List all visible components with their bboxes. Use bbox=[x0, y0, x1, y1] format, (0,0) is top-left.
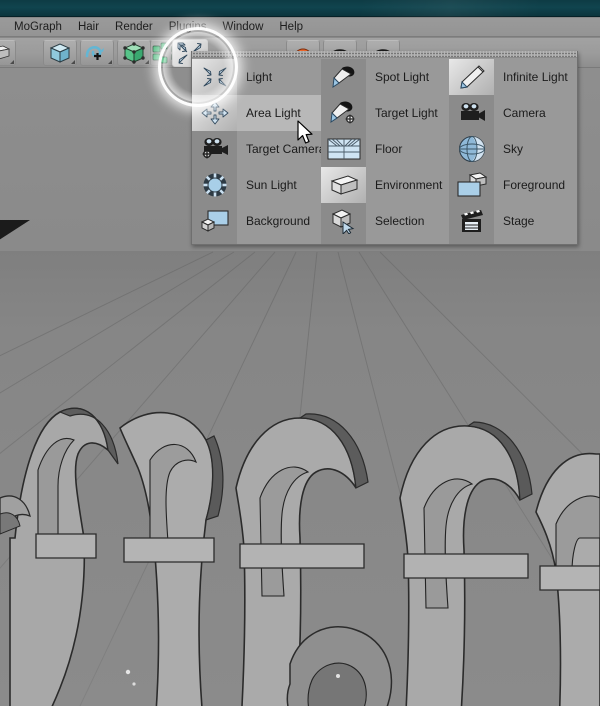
column-infinite-stage: Infinite Light Camera Sky Foreground Sta… bbox=[449, 59, 577, 244]
menu-item-label: Spot Light bbox=[375, 70, 430, 84]
menu-item-floor[interactable]: Floor bbox=[321, 131, 449, 167]
menu-item-area-light[interactable]: Area Light bbox=[192, 95, 321, 131]
submenu-corner-icon bbox=[108, 60, 112, 64]
area-light-arrows-icon bbox=[192, 95, 237, 131]
palette-columns: Light Area Light Target Camera Sun Light… bbox=[192, 59, 577, 244]
menu-item-spot-light[interactable]: Spot Light bbox=[321, 59, 449, 95]
menu-item-label: Light bbox=[246, 70, 273, 84]
menu-item-foreground[interactable]: Foreground bbox=[449, 167, 577, 203]
menu-item-label: Selection bbox=[375, 214, 425, 228]
menu-item-label: Environment bbox=[375, 178, 443, 192]
menu-item-sky[interactable]: Sky bbox=[449, 131, 577, 167]
menu-item-label: Sun Light bbox=[246, 178, 297, 192]
menu-item-label: Stage bbox=[503, 214, 535, 228]
menu-item-label: Target Camera bbox=[246, 142, 326, 156]
light-arrows-icon bbox=[192, 59, 237, 95]
target-camera-icon bbox=[192, 131, 237, 167]
menu-item-label: Area Light bbox=[246, 106, 301, 120]
column-spot-scene: Spot Light Target Light Floor Environmen… bbox=[321, 59, 449, 244]
infinite-light-icon bbox=[449, 59, 494, 95]
menu-plugins[interactable]: Plugins bbox=[161, 18, 215, 37]
submenu-corner-icon bbox=[71, 60, 75, 64]
submenu-corner-icon bbox=[145, 60, 149, 64]
window-titlebar bbox=[0, 0, 600, 17]
menu-item-label: Floor bbox=[375, 142, 403, 156]
menu-item-label: Background bbox=[246, 214, 311, 228]
light-objects-palette[interactable]: Light Area Light Target Camera Sun Light… bbox=[191, 51, 578, 245]
spline-icon bbox=[85, 46, 104, 60]
target-light-icon bbox=[321, 95, 366, 131]
menu-item-target-camera[interactable]: Target Camera bbox=[192, 131, 325, 167]
menu-item-environment[interactable]: Environment bbox=[321, 167, 449, 203]
environment-icon bbox=[321, 167, 366, 203]
spline-tool[interactable] bbox=[80, 40, 114, 66]
main-menubar: MoGraph Hair Render Plugins Window Help bbox=[0, 18, 600, 37]
menu-item-background[interactable]: Background bbox=[192, 203, 321, 239]
application-window: MoGraph Hair Render Plugins Window Help bbox=[0, 0, 600, 706]
menu-item-camera[interactable]: Camera bbox=[449, 95, 577, 131]
menu-item-label: Infinite Light bbox=[503, 70, 568, 84]
menu-item-light[interactable]: Light bbox=[192, 59, 321, 95]
spot-light-icon bbox=[321, 59, 366, 95]
menu-window[interactable]: Window bbox=[214, 18, 271, 37]
menu-item-label: Foreground bbox=[503, 178, 566, 192]
selection-icon bbox=[321, 203, 366, 239]
column-lights: Light Area Light Target Camera Sun Light… bbox=[192, 59, 325, 244]
menu-item-selection[interactable]: Selection bbox=[321, 203, 449, 239]
menu-hair[interactable]: Hair bbox=[70, 18, 107, 37]
blackletter-3d-text bbox=[0, 407, 600, 706]
deformer-tool[interactable] bbox=[0, 40, 16, 66]
menu-render[interactable]: Render bbox=[107, 18, 161, 37]
menu-item-target-light[interactable]: Target Light bbox=[321, 95, 449, 131]
sky-icon bbox=[449, 131, 494, 167]
menu-mograph[interactable]: MoGraph bbox=[6, 18, 70, 37]
menu-help[interactable]: Help bbox=[271, 18, 311, 37]
menu-item-sun-light[interactable]: Sun Light bbox=[192, 167, 321, 203]
sun-light-icon bbox=[192, 167, 237, 203]
palette-drag-grip[interactable] bbox=[192, 51, 577, 58]
menu-item-stage[interactable]: Stage bbox=[449, 203, 577, 239]
menu-item-label: Sky bbox=[503, 142, 524, 156]
cube-green-icon bbox=[123, 42, 145, 64]
stage-icon bbox=[449, 203, 494, 239]
floor-icon bbox=[321, 131, 366, 167]
cube-blue-icon bbox=[49, 43, 71, 63]
menu-item-label: Camera bbox=[503, 106, 546, 120]
menu-item-label: Target Light bbox=[375, 106, 438, 120]
menu-item-infinite-light[interactable]: Infinite Light bbox=[449, 59, 577, 95]
camera-icon bbox=[449, 95, 494, 131]
nurbs-tool[interactable] bbox=[117, 40, 151, 66]
submenu-corner-icon bbox=[10, 60, 14, 64]
foreground-icon bbox=[449, 167, 494, 203]
background-icon bbox=[192, 203, 237, 239]
primitive-cube-tool[interactable] bbox=[43, 40, 77, 66]
